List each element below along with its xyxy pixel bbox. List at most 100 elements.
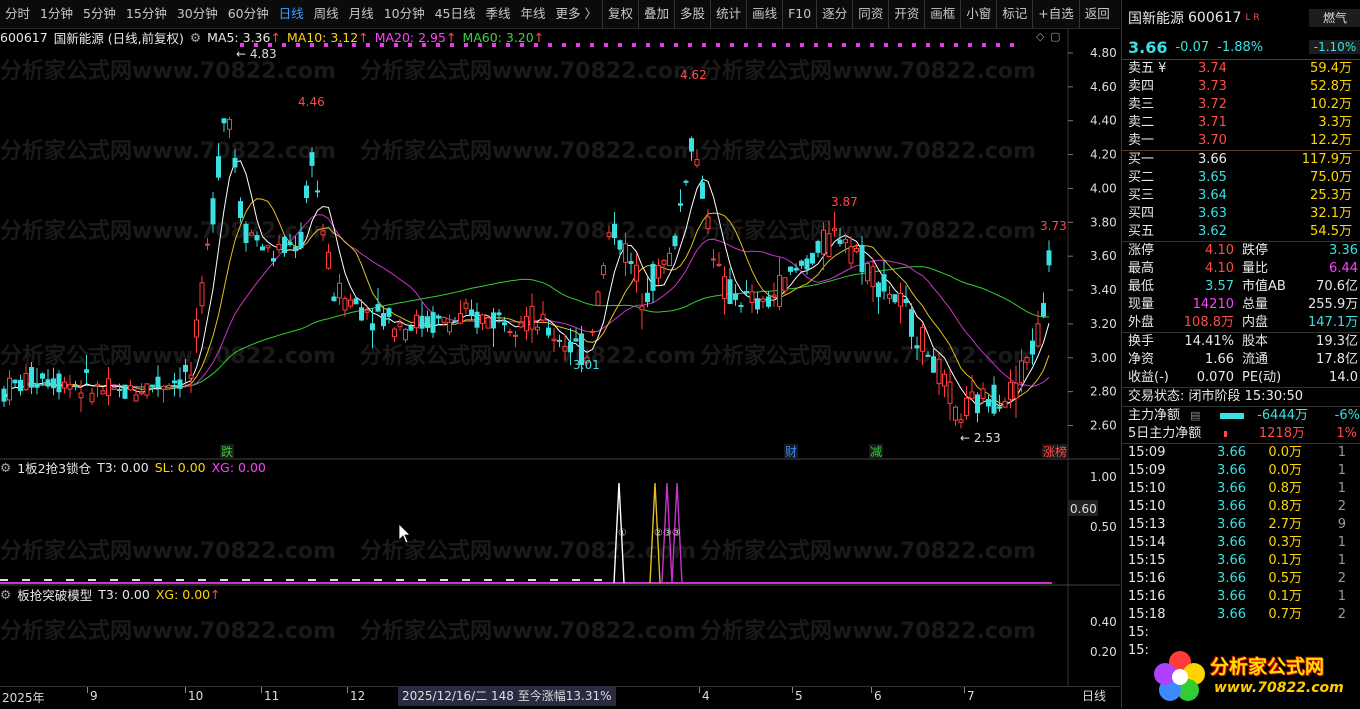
x-axis-label: 10: [188, 689, 204, 703]
tool-13[interactable]: 返回: [1078, 0, 1115, 28]
period-6[interactable]: 日线: [274, 0, 309, 28]
bid-row-4[interactable]: 买五 3.62 54.5万: [1122, 223, 1360, 241]
period-11[interactable]: 季线: [481, 0, 516, 28]
tool-10[interactable]: 小窗: [960, 0, 996, 28]
candle-body: [315, 190, 320, 193]
tool-8[interactable]: 开资: [888, 0, 924, 28]
candle-body: [936, 358, 942, 385]
ask-row-3[interactable]: 卖二 3.71 3.3万: [1122, 114, 1360, 132]
sub1-title: 1板2抢3锁仓: [17, 460, 92, 476]
tool-9[interactable]: 画框: [924, 0, 960, 28]
x-axis-label: 9: [90, 689, 98, 703]
candle-body: [518, 322, 524, 328]
tick-row: 15:13 3.66 2.7万 9: [1128, 517, 1346, 532]
tool-5[interactable]: F10: [782, 0, 816, 28]
signal-dot: [464, 43, 468, 47]
sub1-mark: [0, 579, 8, 581]
bid-row-1[interactable]: 买二 3.65 75.0万: [1122, 169, 1360, 187]
candle-body: [634, 264, 639, 282]
tool-2[interactable]: 多股: [674, 0, 710, 28]
period-8[interactable]: 月线: [344, 0, 379, 28]
sub1-mark: [242, 579, 250, 581]
ask-row-2[interactable]: 卖三 3.72 10.2万: [1122, 96, 1360, 114]
period-12[interactable]: 年线: [516, 0, 551, 28]
tool-3[interactable]: 统计: [710, 0, 746, 28]
event-marker-0: 跌: [221, 444, 233, 459]
candle-body: [430, 312, 436, 333]
period-3[interactable]: 15分钟: [121, 0, 172, 28]
tool-12[interactable]: +自选: [1032, 0, 1078, 28]
ask-row-4[interactable]: 卖一 3.70 12.2万: [1122, 132, 1360, 150]
sub1-header: ⚙ 1板2抢3锁仓 T3: 0.00 SL: 0.00 XG: 0.00: [0, 459, 1068, 476]
period-9[interactable]: 10分钟: [379, 0, 430, 28]
candle-body: [496, 312, 502, 316]
sub1-mark: [176, 579, 184, 581]
signal-dot: [772, 43, 776, 47]
watermark-text: 分析家公式网www.70822.com: [0, 58, 336, 84]
y-tick-label: 3.60: [1090, 249, 1117, 263]
candle-body: [722, 276, 727, 300]
sub2-xg: XG: 0.00↑: [155, 586, 221, 602]
signal-dot: [884, 43, 888, 47]
ask-row-1[interactable]: 卖四 3.73 52.8万: [1122, 78, 1360, 96]
period-10[interactable]: 45日线: [430, 0, 481, 28]
sub1-mark: [594, 579, 602, 581]
tool-0[interactable]: 复权: [602, 0, 638, 28]
period-7[interactable]: 周线: [309, 0, 344, 28]
bid-row-3[interactable]: 买四 3.63 32.1万: [1122, 205, 1360, 223]
candle-body: [920, 326, 925, 352]
signal-dot: [590, 43, 594, 47]
tool-6[interactable]: 逐分: [816, 0, 852, 28]
sub1-y-tick: 0.60: [1070, 502, 1097, 516]
tick-row: 15:16 3.66 0.5万 2: [1128, 571, 1346, 586]
bid-row-0[interactable]: 买一 3.66 117.9万: [1122, 151, 1360, 169]
x-axis-label: 12: [350, 689, 366, 703]
tool-1[interactable]: 叠加: [638, 0, 674, 28]
candle-body: [359, 307, 364, 321]
period-label[interactable]: 日线: [1082, 686, 1106, 706]
signal-dot: [562, 43, 566, 47]
candle-body: [381, 313, 386, 327]
candle-body: [931, 356, 936, 373]
candle-body: [925, 354, 931, 357]
signal-dot: [352, 43, 356, 47]
bid-row-2[interactable]: 买三 3.64 25.3万: [1122, 187, 1360, 205]
candle-body: [601, 265, 606, 275]
sub1-mark: [484, 579, 492, 581]
trade-status: 交易状态: 闭市阶段 15:30:50: [1128, 389, 1304, 404]
sector-badge[interactable]: 燃气: [1309, 9, 1360, 27]
tool-4[interactable]: 画线: [746, 0, 782, 28]
candle-body: [755, 298, 760, 310]
annotation-high2: 4.46: [298, 95, 325, 109]
signal-dot: [674, 43, 678, 47]
period-5[interactable]: 60分钟: [223, 0, 274, 28]
candle-body: [986, 399, 991, 407]
tool-7[interactable]: 同资: [852, 0, 888, 28]
period-1[interactable]: 1分钟: [35, 0, 78, 28]
candle-body: [370, 323, 375, 331]
candle-body: [876, 282, 881, 298]
stock-name: 国新能源: [1128, 11, 1184, 27]
candle-body: [573, 338, 579, 342]
candle-body: [18, 379, 23, 392]
ask-row-0[interactable]: 卖五 ¥3.74 59.4万: [1122, 60, 1360, 78]
candle-body: [535, 326, 540, 331]
period-2[interactable]: 5分钟: [78, 0, 121, 28]
y-tick-label: 2.80: [1090, 385, 1117, 399]
stat-row: 涨停 4.10 跌停 3.36: [1128, 243, 1358, 258]
sub1-mark: [462, 579, 470, 581]
signal-dot: [520, 43, 524, 47]
candle-body: [782, 277, 788, 292]
tool-11[interactable]: 标记: [996, 0, 1032, 28]
period-4[interactable]: 30分钟: [172, 0, 223, 28]
candle-body: [804, 258, 810, 270]
period-0[interactable]: 分时: [0, 0, 35, 28]
x-axis-label: 2025年: [2, 691, 45, 705]
period-13[interactable]: 更多 〉: [551, 0, 602, 28]
signal-dot: [786, 43, 790, 47]
y-tick-label: 4.20: [1090, 148, 1117, 162]
y-tick-label: 2.60: [1090, 419, 1117, 433]
candle-body: [689, 138, 694, 152]
watermark-text: 分析家公式网www.70822.com: [360, 138, 696, 164]
candle-body: [419, 315, 425, 329]
